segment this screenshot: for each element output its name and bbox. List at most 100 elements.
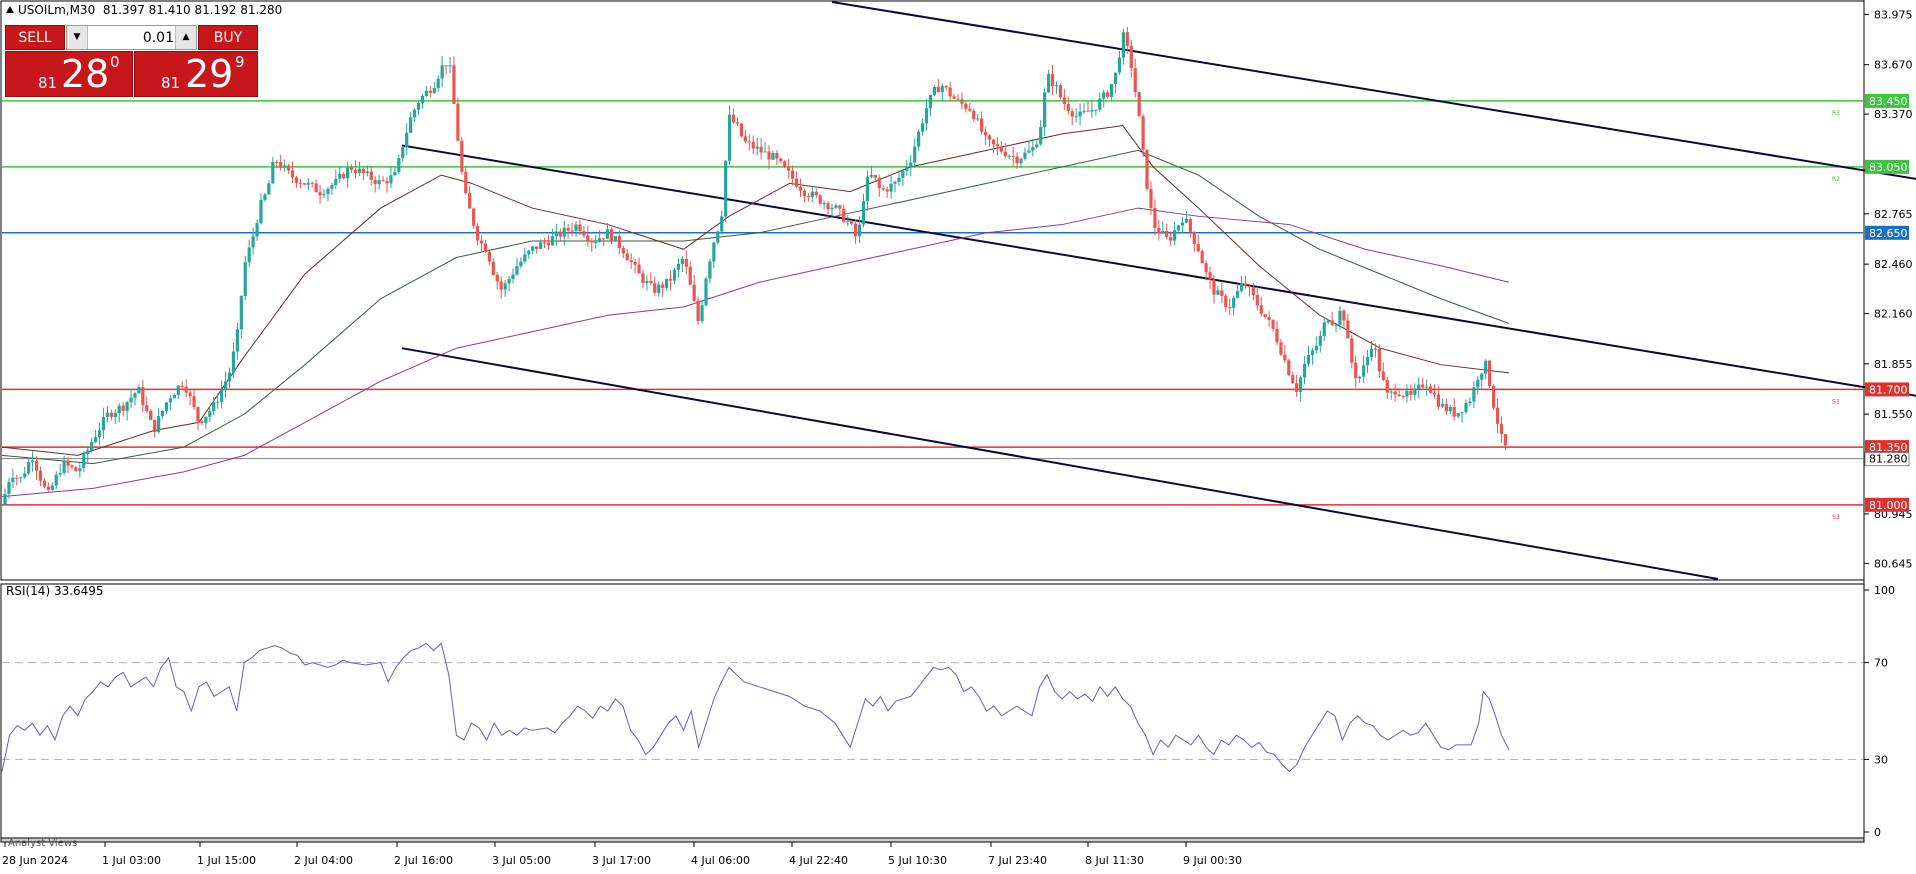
analyst-views-label[interactable]: Analyst Views: [8, 838, 128, 850]
candle-body: [743, 136, 747, 142]
candle-body: [1409, 390, 1413, 395]
candle-body: [779, 158, 783, 162]
candle-body: [46, 486, 50, 490]
candle-body: [1436, 394, 1441, 407]
level-price-tag-label: 81.700: [1869, 383, 1908, 396]
candle-body: [822, 203, 826, 205]
candle-body: [550, 236, 555, 246]
candle-body: [499, 281, 503, 290]
candle-body: [625, 253, 629, 261]
candle-body: [869, 174, 873, 177]
candle-body: [220, 389, 224, 402]
candle-body: [605, 229, 610, 239]
candle-body: [976, 118, 980, 120]
candle-body: [412, 109, 417, 118]
candle-body: [834, 205, 838, 208]
candle-body: [468, 193, 472, 209]
candle-body: [377, 180, 381, 185]
candle-body: [1499, 423, 1504, 435]
candle-body: [342, 173, 346, 179]
price-tick-label: 82.460: [1874, 258, 1913, 271]
buy-price-button[interactable]: 81 29 9: [134, 51, 258, 97]
candle-body: [1464, 403, 1468, 413]
rsi-tick-label: 0: [1874, 826, 1881, 839]
candle-body: [995, 144, 999, 147]
candle-body: [1275, 328, 1279, 343]
candle-body: [1086, 110, 1090, 112]
price-tick-label: 83.975: [1874, 8, 1913, 21]
candle-body: [1491, 385, 1496, 408]
candle-body: [1157, 228, 1161, 234]
trendline[interactable]: [401, 347, 1719, 580]
candle-body: [641, 273, 645, 283]
candle-body: [1098, 98, 1102, 110]
price-tick-label: 81.855: [1874, 358, 1913, 371]
candle-body: [1184, 218, 1189, 223]
candle-body: [109, 412, 113, 418]
candle-body: [609, 229, 614, 242]
candle-body: [129, 397, 133, 403]
candle-body: [1476, 379, 1480, 388]
candle-body: [1113, 72, 1118, 85]
time-axis: 28 Jun 2024 1 Jul 03:00 1 Jul 15:00 2 Jul 0…: [2, 842, 1242, 867]
one-click-trading-panel: SELL ▼ ▲ BUY 81 28 0 81 29 9: [5, 25, 258, 97]
candle-body: [15, 477, 19, 479]
candle-body: [1271, 320, 1275, 329]
sell-price-button[interactable]: 81 28 0: [5, 51, 133, 97]
candle-body: [464, 171, 468, 194]
candle-body: [70, 465, 74, 468]
candle-body: [90, 441, 94, 451]
candle-body: [1141, 116, 1145, 150]
time-tick-label: 8 Jul 11:30: [1085, 854, 1144, 867]
sell-button[interactable]: SELL: [5, 25, 65, 50]
candle-body: [818, 195, 822, 204]
candle-body: [1145, 149, 1149, 189]
chart-canvas[interactable]: R3R2S1S3 83.97583.67083.37082.76582.4608…: [0, 0, 1916, 874]
candle-body: [873, 174, 877, 178]
candle-body: [861, 201, 866, 225]
candle-body: [1050, 74, 1055, 87]
candle-body: [881, 188, 885, 190]
candlesticks: [3, 26, 1507, 506]
time-tick-label: 1 Jul 15:00: [197, 854, 256, 867]
time-tick-label: 2 Jul 04:00: [294, 854, 353, 867]
candle-body: [1011, 155, 1015, 157]
candle-body: [322, 194, 326, 196]
candle-body: [3, 493, 7, 505]
candle-body: [913, 146, 917, 163]
candle-body: [511, 274, 515, 279]
candle-body: [196, 407, 200, 422]
candle-body: [78, 468, 82, 472]
candle-body: [180, 385, 184, 387]
candle-body: [1149, 188, 1153, 209]
lot-decrease-icon[interactable]: ▼: [67, 26, 88, 49]
candle-body: [460, 140, 464, 172]
candle-body: [846, 221, 850, 223]
lot-size-input[interactable]: [89, 28, 174, 47]
candle-body: [286, 165, 291, 171]
candle-body: [865, 176, 870, 202]
candle-body: [747, 141, 751, 143]
collapse-triangle-icon[interactable]: [6, 6, 14, 13]
candle-body: [1180, 222, 1185, 226]
candle-body: [27, 462, 31, 474]
price-tick-label: 82.160: [1874, 308, 1913, 321]
candle-body: [259, 199, 263, 224]
candle-body: [1102, 92, 1106, 99]
candle-body: [302, 183, 306, 185]
trendline[interactable]: [831, 1, 1916, 241]
candle-body: [263, 194, 267, 200]
candle-body: [1452, 406, 1456, 417]
channel-trendlines[interactable]: [401, 1, 1916, 580]
buy-button[interactable]: BUY: [198, 25, 258, 50]
ma-slow-line: [1, 207, 1510, 498]
candle-body: [1428, 386, 1433, 393]
candle-body: [346, 167, 350, 179]
candle-body: [50, 485, 54, 490]
candle-body: [1385, 380, 1389, 393]
candle-body: [523, 254, 527, 262]
candle-body: [298, 182, 302, 184]
lot-increase-icon[interactable]: ▲: [175, 26, 196, 49]
candle-body: [357, 168, 362, 174]
trendline[interactable]: [401, 144, 1916, 458]
